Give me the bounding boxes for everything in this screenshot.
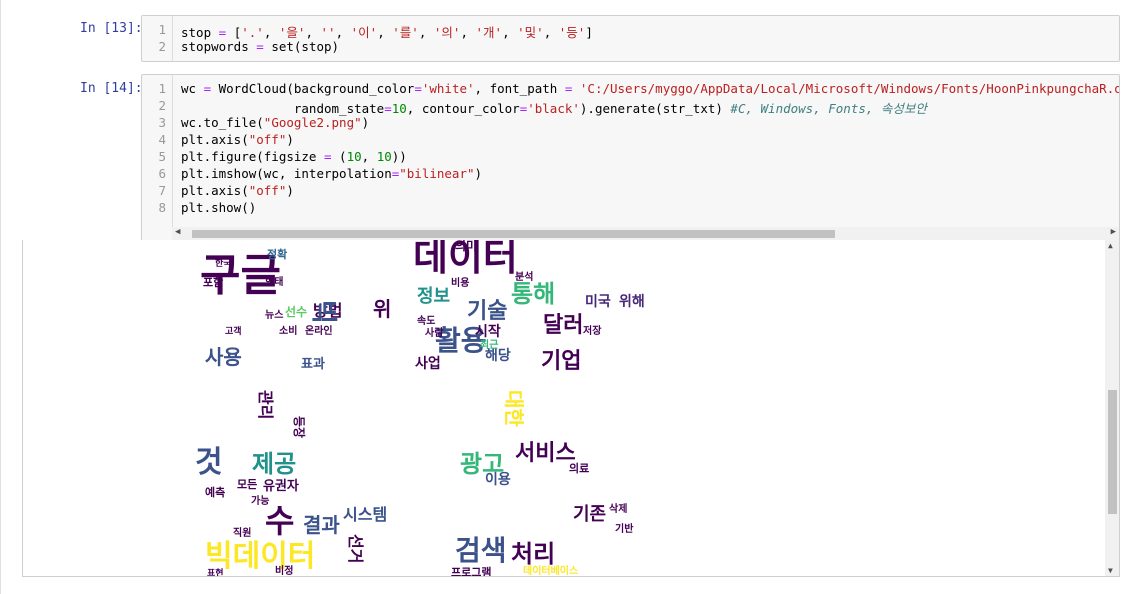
code-line[interactable]: plt.axis("off") [181,183,294,198]
code-line[interactable]: plt.imshow(wc, interpolation="bilinear") [181,166,482,181]
wordcloud-word: 의료 [569,461,589,475]
scroll-right-arrow-icon[interactable]: ▶ [1111,227,1116,237]
wordcloud-word: 직원 [233,526,251,539]
wordcloud-word: 통해 [511,280,555,308]
wordcloud-word: 저장 [583,324,602,337]
wordcloud-word: 기술 [467,299,507,324]
line-number: 1 [158,81,166,96]
line-number: 3 [158,115,166,130]
wordcloud-word: 달러 [543,313,583,338]
wordcloud-word: 위 [373,297,391,321]
wordcloud-word: 프로그램 [451,565,491,576]
line-number-gutter: 1 2 [142,16,173,61]
wordcloud-image: 구글 데이터정보기술통해달러활용기업사업 해당미국 위해시작사용방법 위표과선수뉴스포함… [155,240,699,576]
line-number-gutter: 1 2 3 4 5 6 7 8 [142,75,173,240]
wordcloud-word: 사람 [425,326,444,339]
wordcloud-word: 데이터베이스 [523,564,578,576]
cell-prompt-13: In [13]: [80,21,143,36]
wordcloud-word: 가능 [251,494,269,507]
wordcloud-word: 포함 [203,275,223,289]
vertical-scroll-thumb[interactable] [1108,390,1117,514]
wordcloud-word: 기반 [615,522,634,535]
wordcloud-word: 선수 [285,304,307,319]
line-number: 5 [158,149,166,164]
horizontal-scrollbar[interactable]: ◀ ▶ [172,227,1119,240]
wordcloud-word: 검색 [455,534,507,567]
wordcloud-word: 대한 [502,390,526,427]
wordcloud-word: 시스템 [343,505,387,524]
code-line[interactable]: plt.axis("off") [181,132,294,147]
wordcloud-word: 사업 [415,356,441,372]
line-number: 2 [158,98,166,113]
wordcloud-word: 분석 [515,270,533,283]
wordcloud-word: 비정 [275,564,293,576]
wordcloud-word: 속도 [417,315,435,327]
wordcloud-word: 미국 [585,294,611,310]
wordcloud-word: 유권자 [263,479,299,494]
line-number: 4 [158,132,166,147]
wordcloud-word: 소비 [279,324,297,337]
code-cell-13[interactable]: 1 2 stop = ['.', '을', '', '이', '를', '의',… [141,15,1120,62]
wordcloud-word: 위해 [619,294,645,310]
wordcloud-word: 형태 [265,275,283,288]
code-line[interactable]: plt.show() [181,200,256,215]
wordcloud-word: 등장 [292,416,306,438]
line-number: 7 [158,183,166,198]
code-line[interactable]: stopwords = set(stop) [181,39,339,54]
line-number: 2 [158,39,166,54]
wordcloud-word: 한국 [215,257,232,269]
wordcloud-word: 삭제 [609,502,627,515]
wordcloud-word: 뉴스 [265,309,283,321]
wordcloud-word: 제공 [252,450,296,478]
wordcloud-word: 예측 [205,485,225,499]
code-line[interactable]: wc.to_file("Google2.png") [181,115,369,130]
wordcloud-word: 서비스 [515,441,576,466]
wordcloud-word: 사용 [205,345,242,369]
code-cell-14[interactable]: 1 2 3 4 5 6 7 8 wc = WordCloud(backgroun… [141,74,1120,241]
wordcloud-word: 고객 [225,326,242,337]
wordcloud-word: 의미 [455,240,477,253]
wordcloud-word: 기업 [541,349,581,374]
notebook-left-rule [0,0,1,594]
line-number: 8 [158,200,166,215]
wordcloud-word: 기존 [573,504,606,525]
line-number: 1 [158,22,166,37]
wordcloud-word: 정확 [267,247,287,261]
scroll-down-arrow-icon[interactable]: ▼ [1108,566,1113,575]
wordcloud-word: 시작 [475,323,501,340]
line-number: 6 [158,166,166,181]
scroll-up-arrow-icon[interactable]: ▲ [1108,241,1113,250]
wordcloud-word: 모든 [237,478,257,491]
output-vertical-scrollbar[interactable]: ▲ ▼ [1105,240,1119,576]
horizontal-scroll-thumb[interactable] [192,230,835,238]
wordcloud-word: 결과 [303,513,340,537]
wordcloud-word: 최근 [480,338,498,351]
wordcloud-word: 정보 [417,286,450,307]
cell-output-area: 구글 데이터 정보 기술 통해 달러 활용 기업 사업 해당 미국 위해 시작 사용 방법 위 표과 선수 뉴스 포함… [22,240,1120,577]
code-line[interactable]: plt.figure(figsize = (10, 10)) [181,149,407,164]
wordcloud-word: 표현 [207,567,224,576]
wordcloud-word: 비용 [451,276,469,289]
wordcloud-word: 것 [195,445,223,480]
wordcloud-word: 표과 [301,357,325,372]
cell-prompt-14: In [14]: [80,81,143,96]
wordcloud-word: 처리 [511,540,555,568]
wordcloud-word: 수 [265,502,294,540]
code-line[interactable]: wc = WordCloud(background_color='white',… [181,81,1119,96]
wordcloud-word: 이용 [485,471,511,488]
wordcloud-word: 온라인 [305,324,333,337]
wordcloud-word: 선거 [346,534,365,563]
scroll-left-arrow-icon[interactable]: ◀ [175,227,180,237]
wordcloud-word: 빅 [308,300,338,324]
wordcloud-word: 관리 [256,390,275,419]
